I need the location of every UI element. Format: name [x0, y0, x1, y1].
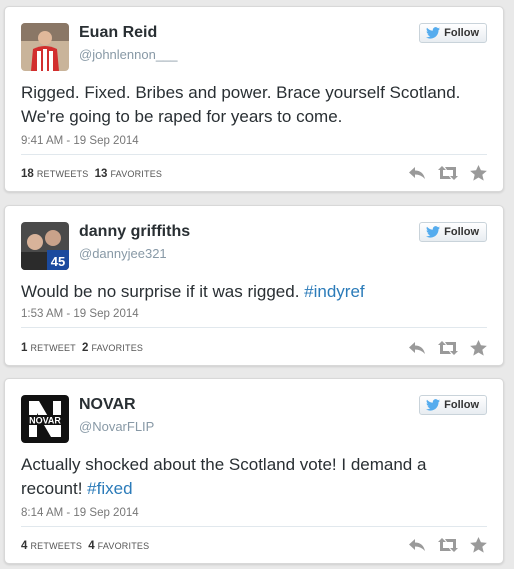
- tweet-card: Euan Reid @johnlennon___ Follow Rigged. …: [4, 6, 504, 192]
- tweet-stats: 18 RETWEETS 13 FAVORITES: [21, 168, 162, 180]
- tweet-card: 45 danny griffiths @dannyjee321 Follow W…: [4, 205, 504, 366]
- favorites-count[interactable]: 4: [88, 540, 94, 552]
- tweet-text: Would be no surprise if it was rigged. #…: [21, 280, 487, 304]
- tweet-text-body: Actually shocked about the Scotland vote…: [21, 455, 427, 498]
- tweet-card: NOVAR NOVAR @NovarFLIP Follow Actually s…: [4, 378, 504, 564]
- user-name[interactable]: NOVAR: [79, 396, 136, 414]
- avatar[interactable]: NOVAR: [21, 395, 69, 443]
- favorites-label[interactable]: FAVORITES: [110, 169, 162, 179]
- favorites-count[interactable]: 2: [82, 342, 88, 354]
- tweet-timestamp[interactable]: 1:53 AM - 19 Sep 2014: [21, 308, 139, 320]
- retweets-label[interactable]: RETWEETS: [30, 541, 82, 551]
- twitter-bird-icon: [426, 226, 441, 238]
- tweet-stats: 1 RETWEET 2 FAVORITES: [21, 342, 143, 354]
- user-name[interactable]: danny griffiths: [79, 223, 190, 241]
- tweet-timestamp[interactable]: 8:14 AM - 19 Sep 2014: [21, 507, 139, 519]
- twitter-bird-icon: [426, 27, 441, 39]
- favorite-icon[interactable]: [470, 537, 487, 558]
- reply-icon[interactable]: [408, 537, 426, 558]
- twitter-bird-icon: [426, 399, 441, 411]
- follow-button[interactable]: Follow: [419, 23, 487, 43]
- avatar[interactable]: [21, 23, 69, 71]
- avatar-logo-text: NOVAR: [29, 416, 61, 426]
- reply-icon[interactable]: [408, 340, 426, 361]
- favorite-icon[interactable]: [470, 340, 487, 361]
- divider: [21, 154, 487, 155]
- retweet-icon[interactable]: [438, 340, 458, 361]
- favorites-label[interactable]: FAVORITES: [91, 343, 143, 353]
- divider: [21, 526, 487, 527]
- divider: [21, 327, 487, 328]
- tweet-stats: 4 RETWEETS 4 FAVORITES: [21, 540, 149, 552]
- retweet-icon[interactable]: [438, 165, 458, 186]
- tweet-actions: [408, 165, 487, 186]
- user-name[interactable]: Euan Reid: [79, 24, 157, 42]
- follow-label: Follow: [444, 226, 479, 238]
- follow-button[interactable]: Follow: [419, 395, 487, 415]
- user-handle[interactable]: @dannyjee321: [79, 246, 167, 261]
- reply-icon[interactable]: [408, 165, 426, 186]
- favorites-label[interactable]: FAVORITES: [98, 541, 150, 551]
- tweet-actions: [408, 537, 487, 558]
- follow-label: Follow: [444, 399, 479, 411]
- tweet-text: Rigged. Fixed. Bribes and power. Brace y…: [21, 81, 487, 129]
- follow-label: Follow: [444, 27, 479, 39]
- tweet-text-body: Rigged. Fixed. Bribes and power. Brace y…: [21, 83, 461, 126]
- retweet-icon[interactable]: [438, 537, 458, 558]
- favorite-icon[interactable]: [470, 165, 487, 186]
- favorites-count[interactable]: 13: [95, 168, 108, 180]
- avatar-badge: 45: [51, 254, 65, 269]
- tweet-text-body: Would be no surprise if it was rigged.: [21, 282, 305, 301]
- hashtag-link[interactable]: #indyref: [304, 282, 364, 301]
- hashtag-link[interactable]: #fixed: [87, 479, 132, 498]
- retweets-count[interactable]: 4: [21, 540, 27, 552]
- user-handle[interactable]: @NovarFLIP: [79, 419, 154, 434]
- tweet-actions: [408, 340, 487, 361]
- retweets-label[interactable]: RETWEET: [30, 343, 75, 353]
- retweets-count[interactable]: 18: [21, 168, 34, 180]
- avatar[interactable]: 45: [21, 222, 69, 270]
- tweet-text: Actually shocked about the Scotland vote…: [21, 453, 487, 501]
- tweet-timestamp[interactable]: 9:41 AM - 19 Sep 2014: [21, 135, 139, 147]
- retweets-label[interactable]: RETWEETS: [37, 169, 89, 179]
- user-handle[interactable]: @johnlennon___: [79, 47, 178, 62]
- retweets-count[interactable]: 1: [21, 342, 27, 354]
- follow-button[interactable]: Follow: [419, 222, 487, 242]
